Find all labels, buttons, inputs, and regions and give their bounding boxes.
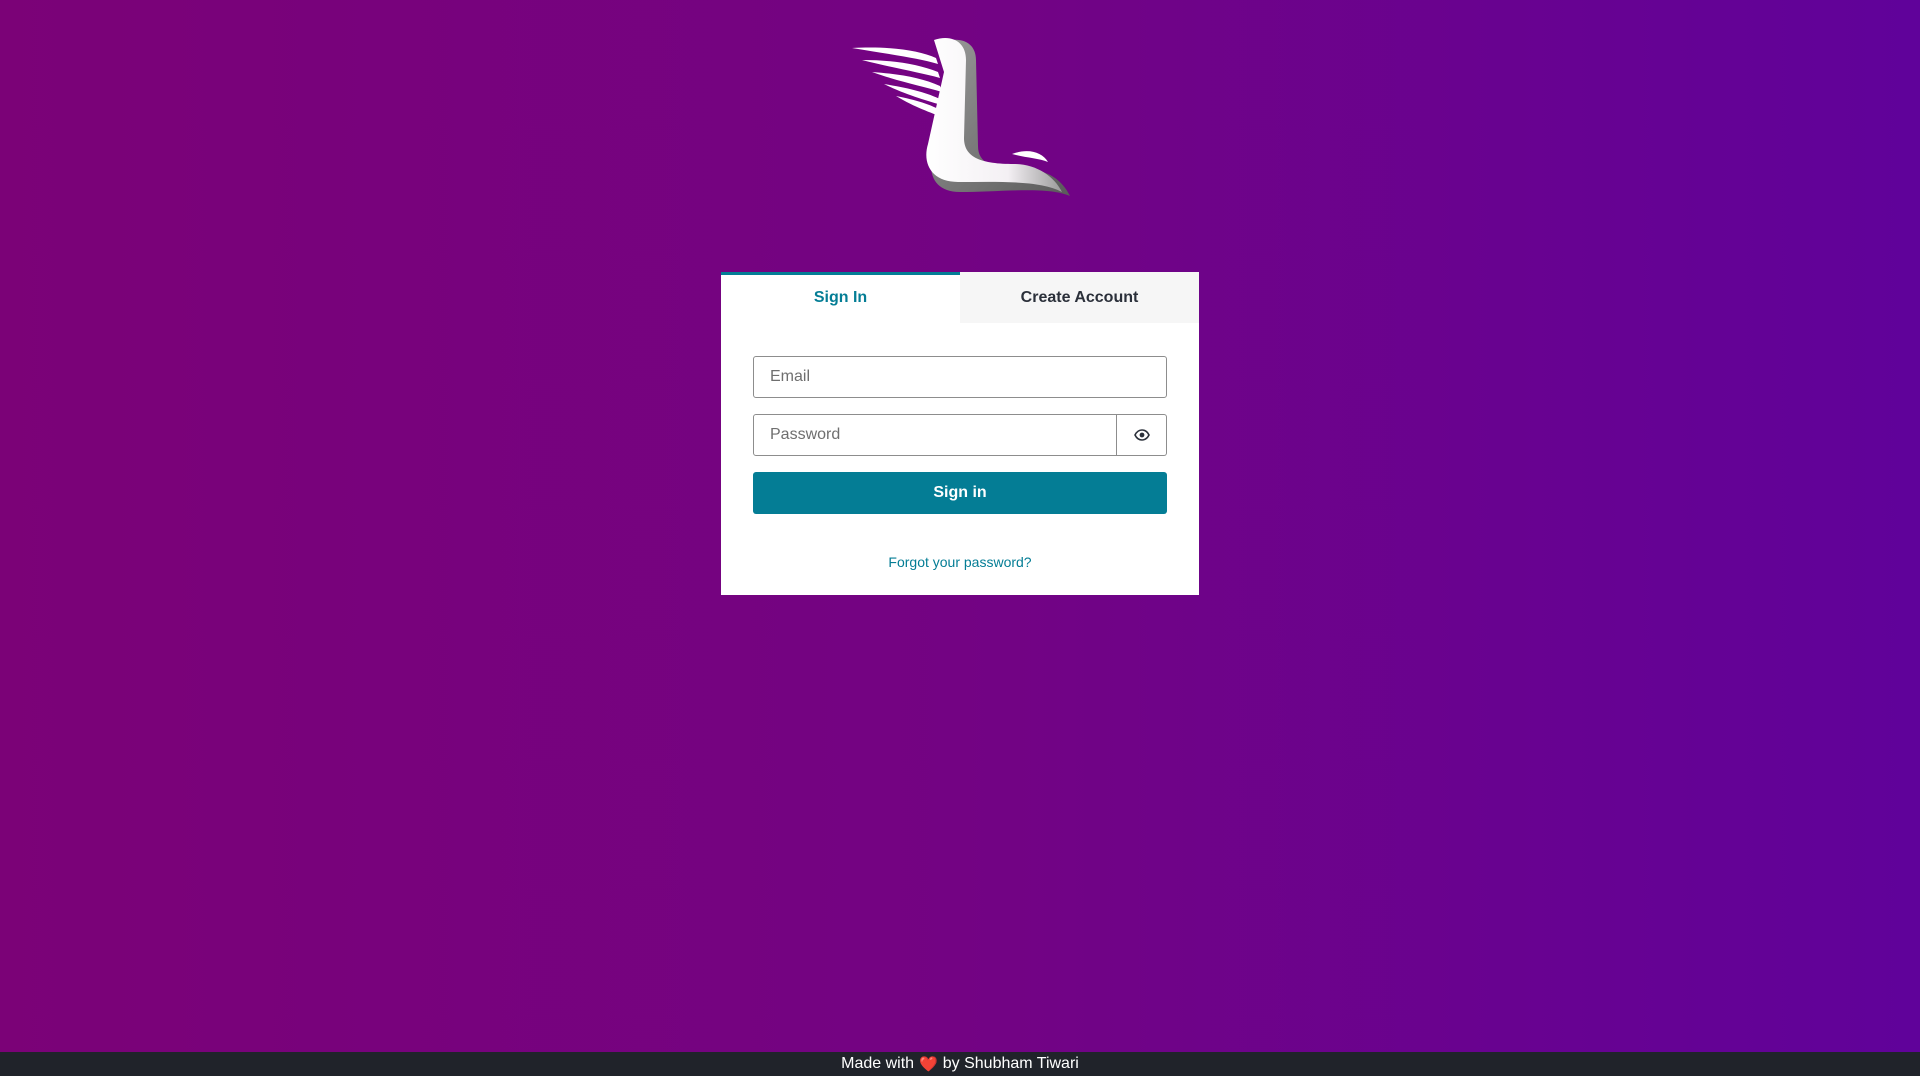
heart-icon: ❤️ — [919, 1056, 938, 1073]
show-password-button[interactable] — [1117, 414, 1167, 456]
tab-create-account[interactable]: Create Account — [960, 272, 1199, 323]
password-field[interactable] — [753, 414, 1117, 456]
forgot-password-link[interactable]: Forgot your password? — [753, 554, 1167, 570]
footer-author: by Shubham Tiwari — [942, 1055, 1079, 1072]
email-field[interactable] — [753, 356, 1167, 398]
password-row — [753, 414, 1167, 456]
footer-prefix: Made with — [841, 1055, 915, 1072]
footer: Made with ❤️ by Shubham Tiwari — [0, 1052, 1920, 1076]
auth-card: Sign In Create Account Sign in Forgot yo… — [721, 272, 1199, 595]
tab-sign-in[interactable]: Sign In — [721, 272, 960, 323]
auth-tabs: Sign In Create Account — [721, 272, 1199, 323]
winged-l-logo-icon — [852, 38, 1070, 196]
eye-icon — [1133, 429, 1150, 441]
sign-in-form: Sign in Forgot your password? — [721, 356, 1199, 570]
brand-logo — [848, 36, 1072, 202]
sign-in-button[interactable]: Sign in — [753, 472, 1167, 514]
